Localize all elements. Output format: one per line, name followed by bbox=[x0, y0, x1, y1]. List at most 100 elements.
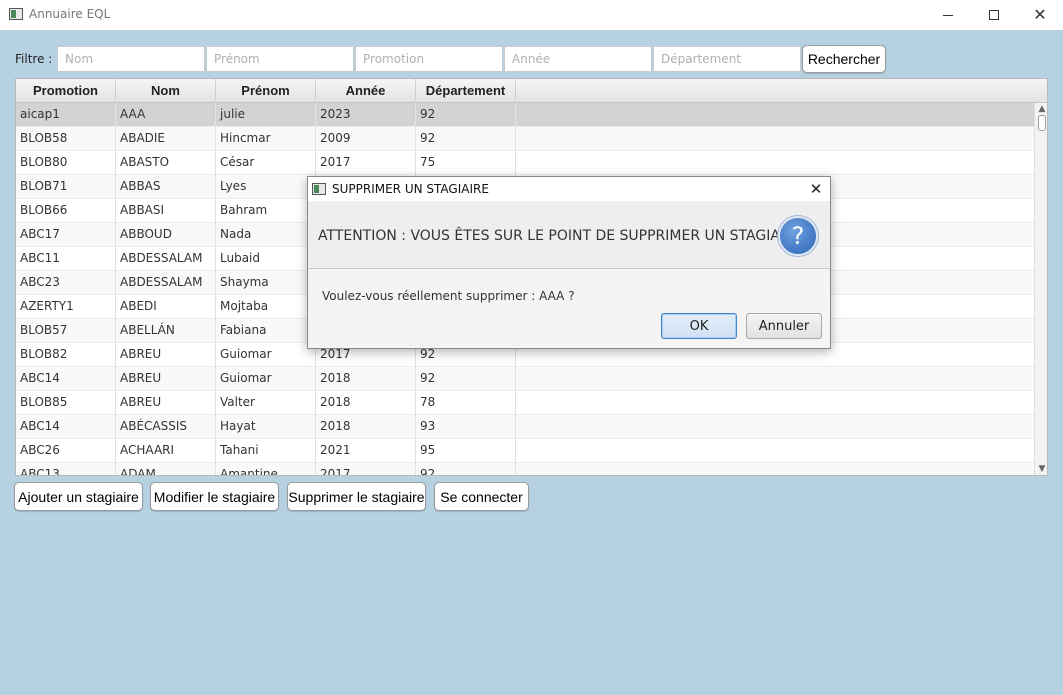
table-row[interactable]: BLOB85 ABREU Valter 2018 78 bbox=[16, 391, 1034, 415]
window-title: Annuaire EQL bbox=[29, 7, 111, 21]
cell-annee: 2018 bbox=[316, 391, 416, 415]
column-header-prenom[interactable]: Prénom bbox=[216, 79, 316, 103]
login-button[interactable]: Se connecter bbox=[434, 482, 529, 511]
cell-annee: 2009 bbox=[316, 127, 416, 151]
table-row[interactable]: ABC14 ABÉCASSIS Hayat 2018 93 bbox=[16, 415, 1034, 439]
delete-confirm-dialog: SUPPRIMER UN STAGIAIRE ✕ ATTENTION : VOU… bbox=[307, 176, 831, 349]
dialog-titlebar: SUPPRIMER UN STAGIAIRE ✕ bbox=[308, 177, 830, 201]
window-titlebar: Annuaire EQL ✕ bbox=[0, 0, 1063, 30]
edit-trainee-button[interactable]: Modifier le stagiaire bbox=[150, 482, 279, 511]
close-icon: ✕ bbox=[809, 180, 823, 198]
cell-prenom: Bahram bbox=[216, 199, 316, 223]
filter-prenom-input[interactable] bbox=[206, 46, 354, 72]
dialog-close-button[interactable]: ✕ bbox=[806, 180, 826, 198]
filter-annee-input[interactable] bbox=[504, 46, 652, 72]
cell-nom: ABÉCASSIS bbox=[116, 415, 216, 439]
cell-filler bbox=[516, 367, 1034, 391]
cell-filler bbox=[516, 103, 1034, 127]
cell-promotion: BLOB85 bbox=[16, 391, 116, 415]
column-header-promotion[interactable]: Promotion bbox=[16, 79, 116, 103]
cell-promotion: ABC17 bbox=[16, 223, 116, 247]
column-header-annee[interactable]: Année bbox=[316, 79, 416, 103]
cell-prenom: Guiomar bbox=[216, 343, 316, 367]
cell-promotion: ABC26 bbox=[16, 439, 116, 463]
cell-promotion: BLOB58 bbox=[16, 127, 116, 151]
cell-departement: 95 bbox=[416, 439, 516, 463]
minimize-button[interactable] bbox=[925, 0, 971, 30]
cell-prenom: Shayma bbox=[216, 271, 316, 295]
cell-nom: ABREU bbox=[116, 343, 216, 367]
table-row[interactable]: BLOB80 ABASTO César 2017 75 bbox=[16, 151, 1034, 175]
cell-promotion: AZERTY1 bbox=[16, 295, 116, 319]
table-row[interactable]: aicap1 AAA julie 2023 92 bbox=[16, 103, 1034, 127]
cell-promotion: aicap1 bbox=[16, 103, 116, 127]
cell-promotion: ABC23 bbox=[16, 271, 116, 295]
cell-prenom: Tahani bbox=[216, 439, 316, 463]
cell-promotion: BLOB80 bbox=[16, 151, 116, 175]
cell-prenom: Guiomar bbox=[216, 367, 316, 391]
cell-promotion: ABC14 bbox=[16, 415, 116, 439]
cell-nom: ABASTO bbox=[116, 151, 216, 175]
filter-nom-input[interactable] bbox=[57, 46, 205, 72]
cell-annee: 2018 bbox=[316, 367, 416, 391]
dialog-app-icon bbox=[312, 183, 326, 195]
filter-departement-input[interactable] bbox=[653, 46, 801, 72]
table-row[interactable]: ABC13 ADAM Amantine 2017 92 bbox=[16, 463, 1034, 475]
dialog-header: ATTENTION : VOUS ÊTES SUR LE POINT DE SU… bbox=[308, 201, 830, 269]
table-row[interactable]: ABC26 ACHAARI Tahani 2021 95 bbox=[16, 439, 1034, 463]
cell-departement: 92 bbox=[416, 367, 516, 391]
scroll-down-icon[interactable]: ▼ bbox=[1035, 463, 1047, 475]
column-header-departement[interactable]: Département bbox=[416, 79, 516, 103]
cell-promotion: ABC14 bbox=[16, 367, 116, 391]
cancel-button[interactable]: Annuler bbox=[746, 313, 822, 339]
cell-filler bbox=[516, 391, 1034, 415]
delete-trainee-button[interactable]: Supprimer le stagiaire bbox=[287, 482, 426, 511]
cell-prenom: Valter bbox=[216, 391, 316, 415]
maximize-button[interactable] bbox=[971, 0, 1017, 30]
close-window-button[interactable]: ✕ bbox=[1017, 0, 1063, 30]
cell-annee: 2017 bbox=[316, 151, 416, 175]
cell-departement: 78 bbox=[416, 391, 516, 415]
cell-prenom: Lubaid bbox=[216, 247, 316, 271]
ok-button[interactable]: OK bbox=[661, 313, 737, 339]
dialog-message: Voulez-vous réellement supprimer : AAA ? bbox=[322, 289, 575, 303]
cell-filler bbox=[516, 439, 1034, 463]
cell-promotion: ABC11 bbox=[16, 247, 116, 271]
cell-prenom: Fabiana bbox=[216, 319, 316, 343]
scroll-up-icon[interactable]: ▲ bbox=[1035, 103, 1047, 115]
cell-prenom: Nada bbox=[216, 223, 316, 247]
app-icon bbox=[9, 8, 23, 20]
table-row[interactable]: BLOB58 ABADIE Hincmar 2009 92 bbox=[16, 127, 1034, 151]
add-trainee-button[interactable]: Ajouter un stagiaire bbox=[14, 482, 143, 511]
cell-prenom: Mojtaba bbox=[216, 295, 316, 319]
column-header-nom[interactable]: Nom bbox=[116, 79, 216, 103]
cell-nom: ABREU bbox=[116, 367, 216, 391]
cell-nom: ADAM bbox=[116, 463, 216, 475]
cell-departement: 92 bbox=[416, 463, 516, 475]
scrollbar-thumb[interactable] bbox=[1038, 115, 1046, 131]
cell-prenom: César bbox=[216, 151, 316, 175]
cell-nom: ABREU bbox=[116, 391, 216, 415]
cell-nom: ABADIE bbox=[116, 127, 216, 151]
filter-promotion-input[interactable] bbox=[355, 46, 503, 72]
cell-filler bbox=[516, 415, 1034, 439]
cell-filler bbox=[516, 463, 1034, 475]
cell-nom: AAA bbox=[116, 103, 216, 127]
dialog-heading: ATTENTION : VOUS ÊTES SUR LE POINT DE SU… bbox=[318, 228, 803, 244]
cell-nom: ABDESSALAM bbox=[116, 271, 216, 295]
table-row[interactable]: ABC14 ABREU Guiomar 2018 92 bbox=[16, 367, 1034, 391]
cell-prenom: Amantine bbox=[216, 463, 316, 475]
cell-filler bbox=[516, 127, 1034, 151]
cell-prenom: Hincmar bbox=[216, 127, 316, 151]
close-icon: ✕ bbox=[1033, 5, 1047, 24]
dialog-title: SUPPRIMER UN STAGIAIRE bbox=[332, 182, 489, 196]
cell-annee: 2023 bbox=[316, 103, 416, 127]
table-header: Promotion Nom Prénom Année Département bbox=[16, 79, 1047, 103]
cell-annee: 2018 bbox=[316, 415, 416, 439]
cell-promotion: BLOB71 bbox=[16, 175, 116, 199]
minimize-icon bbox=[943, 14, 953, 16]
cell-promotion: BLOB57 bbox=[16, 319, 116, 343]
table-scrollbar[interactable]: ▲ ▼ bbox=[1034, 103, 1047, 475]
search-button[interactable]: Rechercher bbox=[802, 45, 886, 73]
cell-prenom: julie bbox=[216, 103, 316, 127]
